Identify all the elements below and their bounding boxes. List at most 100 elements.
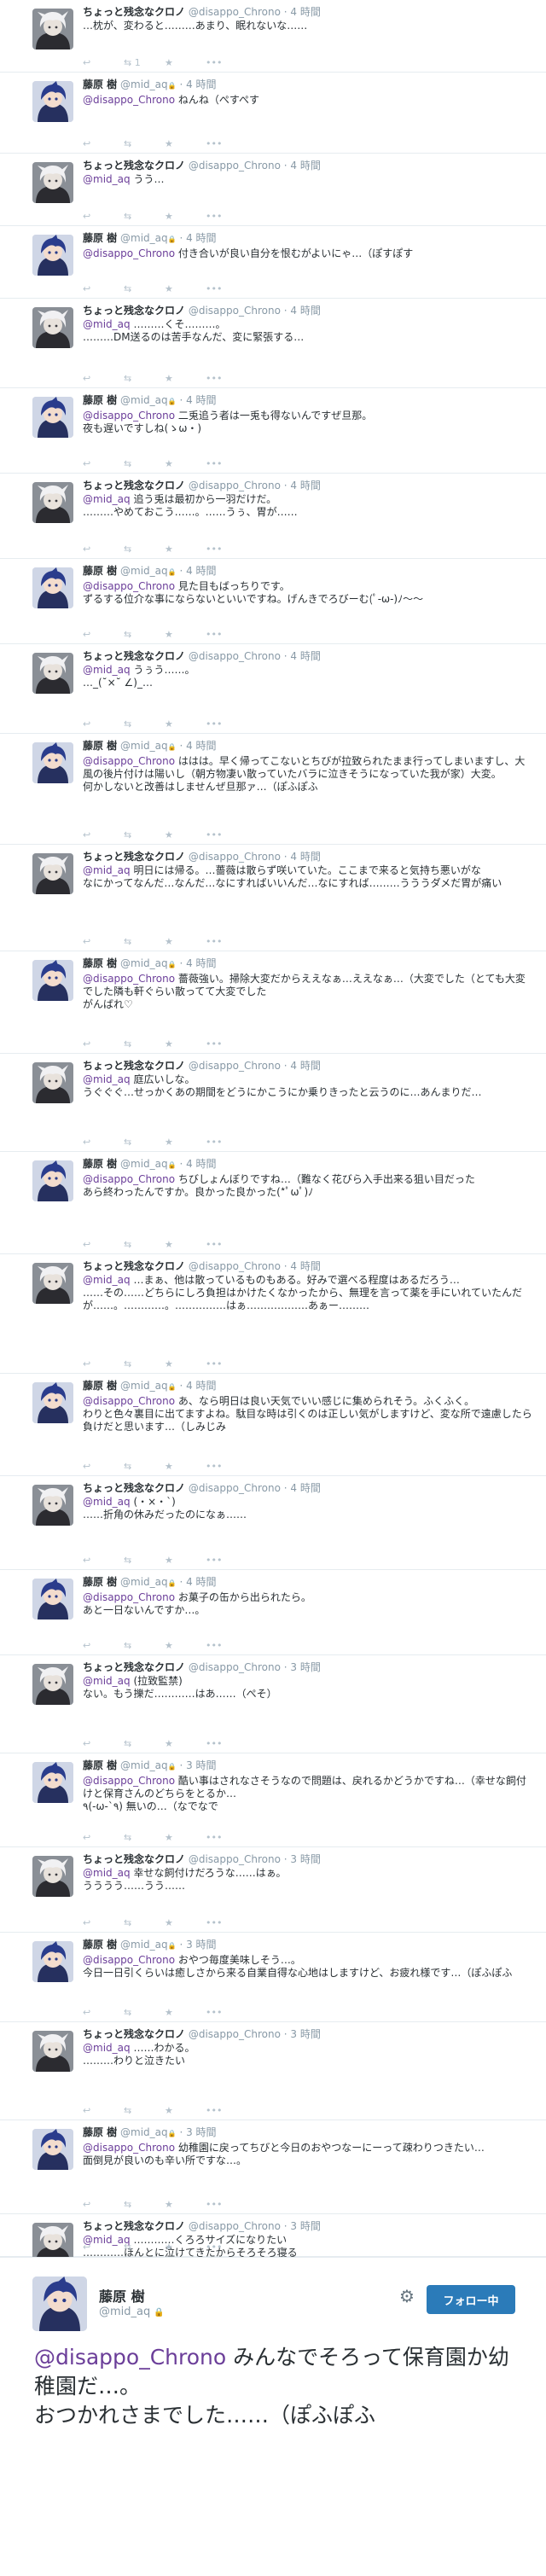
reply-action[interactable]: ↩ <box>83 1738 124 1749</box>
ellipsis-icon[interactable]: ••• <box>206 1640 222 1651</box>
ellipsis-icon[interactable]: ••• <box>206 2242 222 2253</box>
display-name[interactable]: 藤原 樹 <box>83 1576 117 1588</box>
ellipsis-icon[interactable]: ••• <box>206 1358 222 1369</box>
tweet[interactable]: 藤原 樹 @mid_aq🔒 · 4 時間 @disappo_Chrono ははは。… <box>0 734 546 845</box>
screen-name[interactable]: @disappo_Chrono <box>189 851 281 863</box>
ellipsis-icon[interactable]: ••• <box>206 544 222 555</box>
retweet-action[interactable]: ⇆ <box>124 2105 165 2116</box>
ellipsis-icon[interactable]: ••• <box>206 458 222 469</box>
mention-link[interactable]: @mid_aq <box>83 1073 131 1085</box>
tweet[interactable]: ちょっと残念なクロノ @disappo_Chrono · 4 時間 @mid_aq… <box>0 1054 546 1152</box>
tweet[interactable]: 藤原 樹 @mid_aq🔒 · 4 時間 @disappo_Chrono お菓子の… <box>0 1570 546 1655</box>
display-name[interactable]: 藤原 樹 <box>83 232 117 244</box>
screen-name[interactable]: @mid_aq <box>120 957 168 969</box>
timestamp[interactable]: 4 時間 <box>290 1482 320 1494</box>
retweet-action[interactable]: ⇆ <box>124 211 165 222</box>
mention-link[interactable]: @disappo_Chrono <box>83 2142 175 2154</box>
timestamp[interactable]: 3 時間 <box>290 2220 320 2232</box>
screen-name[interactable]: @mid_aq <box>120 1380 168 1392</box>
ellipsis-icon[interactable]: ••• <box>206 211 222 222</box>
timestamp[interactable]: 3 時間 <box>290 2028 320 2040</box>
avatar[interactable] <box>32 307 73 348</box>
tweet[interactable]: 藤原 樹 @mid_aq🔒 · 4 時間 @disappo_Chrono あ、なら… <box>0 1374 546 1476</box>
timestamp[interactable]: 4 時間 <box>290 6 320 18</box>
screen-name[interactable]: @disappo_Chrono <box>189 1853 281 1865</box>
display-name[interactable]: ちょっと残念なクロノ <box>83 1661 185 1673</box>
display-name[interactable]: ちょっと残念なクロノ <box>83 851 185 863</box>
avatar[interactable] <box>32 235 73 276</box>
tweet[interactable]: ちょっと残念なクロノ @disappo_Chrono · 4 時間 @mid_aq… <box>0 299 546 388</box>
tweet[interactable]: ちょっと残念なクロノ @disappo_Chrono · 4 時間 @mid_aq… <box>0 1476 546 1570</box>
reply-action[interactable]: ↩ <box>83 1555 124 1566</box>
timestamp[interactable]: 4 時間 <box>186 1158 216 1170</box>
avatar[interactable] <box>32 653 73 694</box>
retweet-action[interactable]: ⇆ <box>124 1461 165 1472</box>
ellipsis-icon[interactable]: ••• <box>206 718 222 730</box>
tweet[interactable]: ちょっと残念なクロノ @disappo_Chrono · 4 時間 @mid_aq… <box>0 154 546 226</box>
tweet[interactable]: 藤原 樹 @mid_aq🔒 · 3 時間 @disappo_Chrono おやつ毎… <box>0 1933 546 2022</box>
screen-name[interactable]: @mid_aq <box>120 1576 168 1588</box>
mention-link[interactable]: @mid_aq <box>83 1675 131 1687</box>
favorite-action[interactable]: ★ <box>165 829 206 840</box>
ellipsis-icon[interactable]: ••• <box>206 2199 222 2210</box>
mention-link[interactable]: @mid_aq <box>83 664 131 676</box>
mention-link[interactable]: @mid_aq <box>83 1867 131 1879</box>
screen-name[interactable]: @mid_aq <box>120 1759 168 1771</box>
avatar[interactable] <box>32 1941 73 1982</box>
reply-action[interactable]: ↩ <box>83 718 124 730</box>
mention-link[interactable]: @disappo_Chrono <box>83 580 175 592</box>
favorite-action[interactable]: ★ <box>165 2007 206 2018</box>
screen-name[interactable]: @mid_aq <box>120 79 168 90</box>
reply-action[interactable]: ↩ <box>83 544 124 555</box>
favorite-action[interactable]: ★ <box>165 373 206 384</box>
timestamp[interactable]: 3 時間 <box>290 1661 320 1673</box>
reply-action[interactable]: ↩ <box>83 373 124 384</box>
mention-link[interactable]: @mid_aq <box>83 1274 131 1286</box>
favorite-action[interactable]: ★ <box>165 57 206 68</box>
display-name[interactable]: ちょっと残念なクロノ <box>83 480 185 491</box>
retweet-action[interactable]: ⇆ <box>124 718 165 730</box>
timestamp[interactable]: 4 時間 <box>186 1576 216 1588</box>
timestamp[interactable]: 3 時間 <box>186 1759 216 1771</box>
ellipsis-icon[interactable]: ••• <box>206 57 222 68</box>
favorite-action[interactable]: ★ <box>165 2199 206 2210</box>
ellipsis-icon[interactable]: ••• <box>206 629 222 640</box>
screen-name[interactable]: @mid_aq 🔒 <box>99 2306 165 2318</box>
ellipsis-icon[interactable]: ••• <box>206 138 222 149</box>
avatar[interactable] <box>32 81 73 122</box>
avatar[interactable] <box>32 960 73 1001</box>
screen-name[interactable]: @disappo_Chrono <box>189 1482 281 1494</box>
retweet-action[interactable]: ⇆ <box>124 1640 165 1651</box>
display-name[interactable]: 藤原 樹 <box>83 740 117 752</box>
avatar[interactable] <box>32 1485 73 1526</box>
avatar[interactable] <box>32 1160 73 1201</box>
retweet-action[interactable]: ⇆ <box>124 829 165 840</box>
mention-link[interactable]: @mid_aq <box>83 2042 131 2054</box>
ellipsis-icon[interactable]: ••• <box>206 1137 222 1148</box>
mention-link[interactable]: @disappo_Chrono <box>83 755 175 767</box>
retweet-action[interactable]: ⇆ <box>124 629 165 640</box>
retweet-action[interactable]: ⇆ <box>124 1555 165 1566</box>
tweet[interactable]: 藤原 樹 @mid_aq🔒 · 4 時間 @disappo_Chrono ねんね（… <box>0 73 546 154</box>
ellipsis-icon[interactable]: ••• <box>206 1038 222 1050</box>
display-name[interactable]: 藤原 樹 <box>83 1158 117 1170</box>
display-name[interactable]: ちょっと残念なクロノ <box>83 1482 185 1494</box>
reply-action[interactable]: ↩ <box>83 1137 124 1148</box>
reply-action[interactable]: ↩ <box>83 1358 124 1369</box>
tweet[interactable]: ちょっと残念なクロノ @disappo_Chrono · 3 時間 @mid_aq… <box>0 2022 546 2120</box>
screen-name[interactable]: @mid_aq <box>120 1158 168 1170</box>
favorite-action[interactable]: ★ <box>165 1555 206 1566</box>
reply-action[interactable]: ↩ <box>83 57 124 68</box>
favorite-action[interactable]: ★ <box>165 211 206 222</box>
tweet[interactable]: ちょっと残念なクロノ @disappo_Chrono · 4 時間 …枕が、変わる… <box>0 0 546 73</box>
favorite-action[interactable]: ★ <box>165 283 206 294</box>
mention-link[interactable]: @disappo_Chrono <box>83 1173 175 1185</box>
avatar[interactable] <box>32 853 73 894</box>
favorite-action[interactable]: ★ <box>165 1239 206 1250</box>
display-name[interactable]: ちょっと残念なクロノ <box>83 650 185 662</box>
tweet[interactable]: 藤原 樹 @mid_aq🔒 · 4 時間 @disappo_Chrono ちびしょ… <box>0 1152 546 1254</box>
following-button[interactable]: フォロー中 <box>427 2285 515 2314</box>
favorite-action[interactable]: ★ <box>165 458 206 469</box>
screen-name[interactable]: @mid_aq <box>120 740 168 752</box>
favorite-action[interactable]: ★ <box>165 544 206 555</box>
